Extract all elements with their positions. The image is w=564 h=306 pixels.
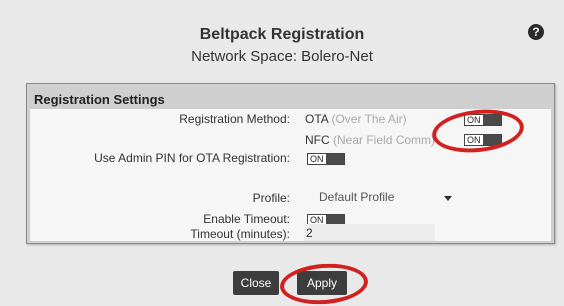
- ota-toggle[interactable]: ON: [464, 114, 502, 126]
- admin-pin-toggle[interactable]: ON: [307, 153, 345, 165]
- nfc-name: NFC: [305, 133, 330, 147]
- profile-select[interactable]: Default Profile: [305, 189, 455, 207]
- panel-header: Registration Settings: [34, 92, 165, 107]
- panel-body: Registration Method: OTA (Over The Air) …: [30, 109, 551, 241]
- timeout-minutes-label: Timeout (minutes):: [190, 227, 290, 241]
- nfc-option: NFC (Near Field Comm): [305, 133, 435, 147]
- close-button[interactable]: Close: [233, 271, 279, 295]
- registration-dialog: Beltpack Registration Network Space: Bol…: [8, 0, 556, 306]
- dialog-title: Beltpack Registration: [199, 26, 365, 43]
- nfc-desc: (Near Field Comm): [333, 133, 436, 147]
- toggle-knob: [326, 154, 344, 164]
- enable-timeout-label: Enable Timeout:: [203, 212, 290, 226]
- nfc-toggle-label: ON: [467, 135, 481, 145]
- apply-button[interactable]: Apply: [297, 271, 347, 295]
- registration-method-label: Registration Method:: [179, 112, 290, 126]
- profile-selected-value: Default Profile: [319, 190, 395, 204]
- chevron-down-icon: [444, 196, 452, 201]
- toggle-knob: [483, 135, 501, 145]
- admin-pin-toggle-label: ON: [310, 154, 324, 164]
- ota-option: OTA (Over The Air): [305, 112, 407, 126]
- toggle-knob: [483, 115, 501, 125]
- ota-desc: (Over The Air): [331, 112, 407, 126]
- question-circle-icon[interactable]: ?: [528, 24, 544, 40]
- ota-toggle-label: ON: [467, 115, 481, 125]
- registration-settings-panel: Registration Settings Registration Metho…: [26, 83, 555, 244]
- ota-name: OTA: [305, 112, 329, 126]
- dialog-subtitle: Network Space: Bolero-Net: [191, 48, 373, 65]
- timeout-minutes-input[interactable]: [304, 224, 435, 241]
- profile-label: Profile:: [252, 191, 290, 205]
- nfc-toggle[interactable]: ON: [464, 134, 502, 146]
- admin-pin-label: Use Admin PIN for OTA Registration:: [94, 151, 290, 165]
